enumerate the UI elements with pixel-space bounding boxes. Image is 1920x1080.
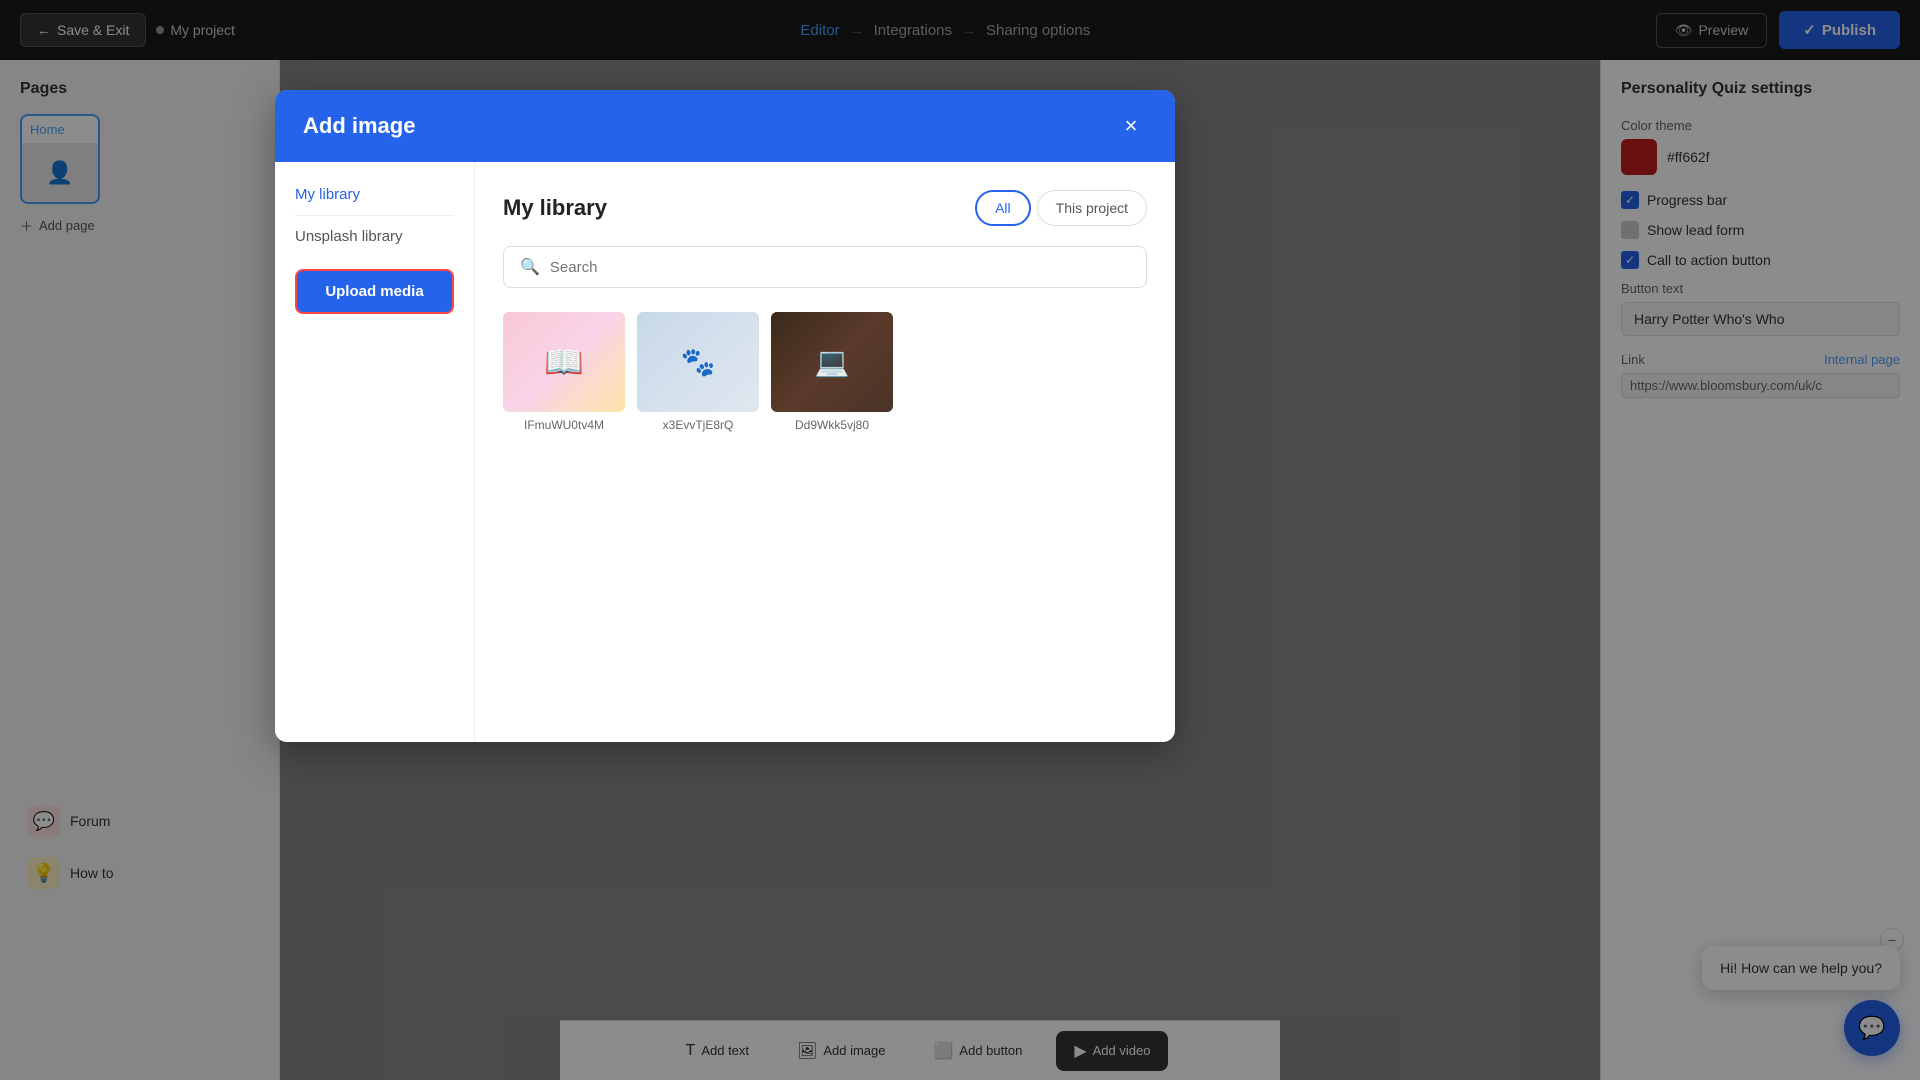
modal-main: My library All This project 🔍 IFmuWU0tv4…	[475, 162, 1175, 742]
modal-body: My library Unsplash library Upload media…	[275, 162, 1175, 742]
modal-divider	[295, 215, 454, 216]
image-label-2: Dd9Wkk5vj80	[795, 418, 869, 432]
filter-all-button[interactable]: All	[975, 190, 1031, 226]
images-grid: IFmuWU0tv4M x3EvvTjE8rQ Dd9Wkk5vj80	[503, 312, 1147, 432]
image-thumb-2[interactable]	[771, 312, 893, 412]
image-thumb-0[interactable]	[503, 312, 625, 412]
modal-sidebar: My library Unsplash library Upload media	[275, 162, 475, 742]
modal-close-button[interactable]: ×	[1115, 110, 1147, 142]
image-item-2: Dd9Wkk5vj80	[771, 312, 893, 432]
image-item-1: x3EvvTjE8rQ	[637, 312, 759, 432]
image-label-0: IFmuWU0tv4M	[524, 418, 604, 432]
library-title: My library	[503, 195, 607, 221]
search-input[interactable]	[550, 259, 1130, 276]
filter-group: All This project	[975, 190, 1147, 226]
upload-media-button[interactable]: Upload media	[295, 269, 454, 314]
add-image-modal: Add image × My library Unsplash library …	[275, 90, 1175, 742]
image-thumb-1[interactable]	[637, 312, 759, 412]
unsplash-library-nav[interactable]: Unsplash library	[295, 228, 454, 245]
filter-this-project-button[interactable]: This project	[1037, 190, 1147, 226]
modal-title: Add image	[303, 113, 415, 139]
image-label-1: x3EvvTjE8rQ	[663, 418, 734, 432]
search-bar: 🔍	[503, 246, 1147, 288]
search-icon: 🔍	[520, 257, 540, 277]
image-item-0: IFmuWU0tv4M	[503, 312, 625, 432]
my-library-nav[interactable]: My library	[295, 186, 454, 203]
modal-header: Add image ×	[275, 90, 1175, 162]
library-header: My library All This project	[503, 190, 1147, 226]
